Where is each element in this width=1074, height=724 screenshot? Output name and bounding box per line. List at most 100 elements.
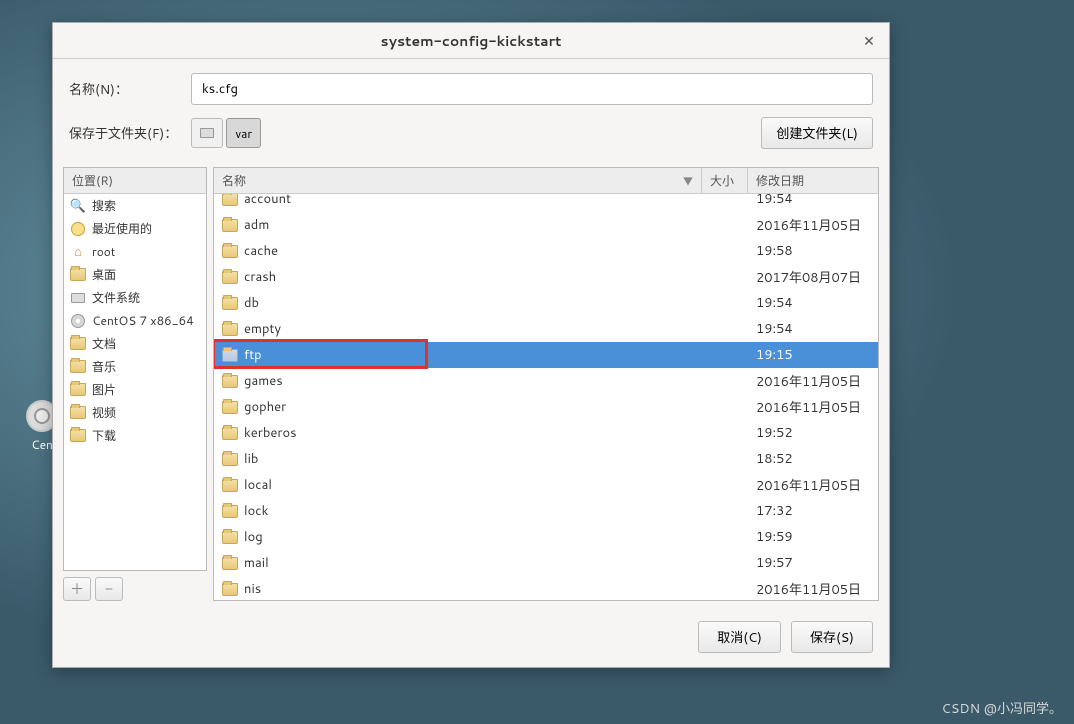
place-label: 最近使用的 <box>92 220 152 237</box>
folder-icon <box>222 219 238 232</box>
file-row[interactable]: adm 2016年11月05日 <box>214 212 878 238</box>
place-item[interactable]: CentOS 7 x86_64 <box>64 309 206 332</box>
place-label: 音乐 <box>92 358 116 375</box>
place-item[interactable]: 最近使用的 <box>64 217 206 240</box>
file-name: kerberos <box>244 424 297 442</box>
file-row[interactable]: lib18:52 <box>214 446 878 472</box>
place-item[interactable]: 下载 <box>64 424 206 447</box>
file-row[interactable]: empty 19:54 <box>214 316 878 342</box>
save-button[interactable]: 保存(S) <box>791 621 873 653</box>
folder-icon <box>70 336 86 352</box>
folder-icon <box>70 428 86 444</box>
column-date[interactable]: 修改日期 <box>748 168 878 193</box>
file-name: log <box>244 528 263 546</box>
place-item[interactable]: 图片 <box>64 378 206 401</box>
folder-icon <box>70 267 86 283</box>
file-name: ftp <box>244 346 262 364</box>
folder-icon <box>222 427 238 440</box>
folder-icon <box>222 401 238 414</box>
file-name: mail <box>244 554 269 572</box>
file-row[interactable]: mail19:57 <box>214 550 878 576</box>
filename-input[interactable] <box>191 73 873 105</box>
place-item[interactable]: 🔍搜索 <box>64 194 206 217</box>
file-name: account <box>244 194 291 208</box>
cancel-button[interactable]: 取消(C) <box>698 621 781 653</box>
file-row[interactable]: ftp 19:15 <box>214 342 878 368</box>
folder-icon <box>222 531 238 544</box>
folder-label: 保存于文件夹(F)： <box>69 123 177 143</box>
folder-icon <box>222 349 238 362</box>
file-date: 19:54 <box>748 294 878 312</box>
file-name: empty <box>244 320 281 338</box>
file-date: 19:15 <box>748 346 878 364</box>
places-list: 🔍搜索最近使用的 ⌂ root 桌面文件系统CentOS 7 x86_64文档音乐图片… <box>64 194 206 447</box>
place-item[interactable]: 文档 <box>64 332 206 355</box>
folder-icon <box>70 382 86 398</box>
column-name[interactable]: 名称▼ <box>214 168 702 193</box>
file-row[interactable]: gopher2016年11月05日 <box>214 394 878 420</box>
folder-icon <box>222 583 238 596</box>
dialog-title: system-config-kickstart <box>381 31 562 51</box>
place-item[interactable]: 桌面 <box>64 263 206 286</box>
file-date: 19:54 <box>748 194 878 208</box>
file-row[interactable]: nis2016年11月05日 <box>214 576 878 600</box>
file-row[interactable]: lock17:32 <box>214 498 878 524</box>
sort-desc-icon: ▼ <box>683 173 693 189</box>
name-label: 名称(N)： <box>69 79 177 99</box>
place-label: 图片 <box>92 381 116 398</box>
home-icon: ⌂ <box>70 244 86 260</box>
file-name: cache <box>244 242 278 260</box>
place-label: root <box>92 243 115 260</box>
file-name: adm <box>244 216 269 234</box>
folder-icon <box>222 245 238 258</box>
path-var-button[interactable]: var <box>226 118 261 148</box>
file-row[interactable]: games2016年11月05日 <box>214 368 878 394</box>
folder-icon <box>222 194 238 206</box>
file-date: 19:54 <box>748 320 878 338</box>
file-row[interactable]: account 19:54 <box>214 194 878 212</box>
places-sidebar: 位置(R) 🔍搜索最近使用的 ⌂ root 桌面文件系统CentOS 7 x86_64… <box>63 167 207 601</box>
folder-icon <box>222 557 238 570</box>
folder-icon <box>222 453 238 466</box>
file-date: 2016年11月05日 <box>748 215 878 235</box>
folder-icon <box>222 271 238 284</box>
file-date: 19:52 <box>748 424 878 442</box>
drive-icon <box>200 128 214 138</box>
remove-bookmark-button[interactable]: − <box>95 577 123 601</box>
file-date: 2016年11月05日 <box>748 475 878 495</box>
file-row[interactable]: crash2017年08月07日 <box>214 264 878 290</box>
folder-icon <box>222 479 238 492</box>
file-row[interactable]: cache 19:58 <box>214 238 878 264</box>
place-item[interactable]: ⌂ root <box>64 240 206 263</box>
create-folder-button[interactable]: 创建文件夹(L) <box>761 117 873 149</box>
file-row[interactable]: db19:54 <box>214 290 878 316</box>
path-breadcrumb: var <box>191 118 261 148</box>
folder-icon <box>70 405 86 421</box>
place-item[interactable]: 视频 <box>64 401 206 424</box>
drive-icon <box>70 290 86 306</box>
file-name: crash <box>244 268 276 286</box>
folder-icon <box>222 323 238 336</box>
place-label: 下载 <box>92 427 116 444</box>
column-size[interactable]: 大小 <box>702 168 748 193</box>
file-row[interactable]: kerberos 19:52 <box>214 420 878 446</box>
path-root-button[interactable] <box>191 118 223 148</box>
place-item[interactable]: 文件系统 <box>64 286 206 309</box>
close-icon[interactable]: ✕ <box>859 31 879 51</box>
files-list[interactable]: account 19:54 adm 2016年11月05日 cache 19:58 cras… <box>214 194 878 600</box>
files-panel: 名称▼ 大小 修改日期 account 19:54 adm 2016年11月05日 ca… <box>213 167 879 601</box>
watermark: CSDN @小冯同学。 <box>942 698 1062 718</box>
file-name: nis <box>244 580 261 598</box>
folder-icon <box>222 375 238 388</box>
file-date: 2016年11月05日 <box>748 371 878 391</box>
file-row[interactable]: log 19:59 <box>214 524 878 550</box>
file-date: 19:59 <box>748 528 878 546</box>
place-item[interactable]: 音乐 <box>64 355 206 378</box>
search-icon: 🔍 <box>70 198 86 214</box>
file-row[interactable]: local2016年11月05日 <box>214 472 878 498</box>
file-name: gopher <box>244 398 286 416</box>
folder-icon <box>222 297 238 310</box>
places-header: 位置(R) <box>64 168 206 194</box>
file-date: 19:58 <box>748 242 878 260</box>
add-bookmark-button[interactable]: ＋ <box>63 577 91 601</box>
